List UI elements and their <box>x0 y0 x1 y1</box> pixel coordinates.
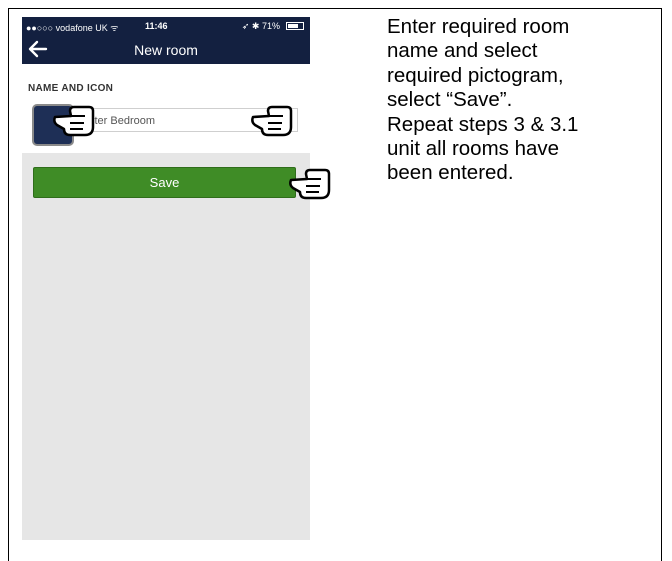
battery-level <box>288 24 298 28</box>
pointing-hand-icon <box>251 105 293 137</box>
battery-icon <box>286 22 304 30</box>
instruction-line: required pictogram, <box>387 63 564 87</box>
instruction-line: name and select <box>387 39 538 63</box>
nav-bar: New room <box>22 35 310 64</box>
pointing-hand-icon <box>289 168 331 200</box>
status-time: 11:46 <box>145 21 168 31</box>
section-label: NAME AND ICON <box>28 83 114 94</box>
instruction-line: been entered. <box>387 161 514 185</box>
instruction-line: select “Save”. <box>387 88 513 112</box>
frame-left-border <box>8 8 9 561</box>
page-title: New room <box>134 42 198 58</box>
frame-top-border <box>8 8 662 9</box>
instruction-line: Repeat steps 3 & 3.1 <box>387 112 579 136</box>
status-bar: ●●○○○ vodafone UK ᯤ 11:46 ➶ ✱ 71% <box>22 17 310 35</box>
instruction-line: unit all rooms have <box>387 137 560 161</box>
pointing-hand-icon <box>53 105 95 137</box>
instruction-line: Enter required room <box>387 15 570 38</box>
phone-screenshot: ●●○○○ vodafone UK ᯤ 11:46 ➶ ✱ 71% New ro… <box>22 17 331 540</box>
status-indicators: ➶ ✱ 71% <box>241 21 280 31</box>
status-carrier: ●●○○○ vodafone UK ᯤ <box>26 23 119 33</box>
instruction-text: Enter required room name and select requ… <box>387 15 657 186</box>
frame-right-border <box>661 8 662 561</box>
room-name-value: ster Bedroom <box>89 115 156 127</box>
save-button[interactable]: Save <box>33 167 296 198</box>
